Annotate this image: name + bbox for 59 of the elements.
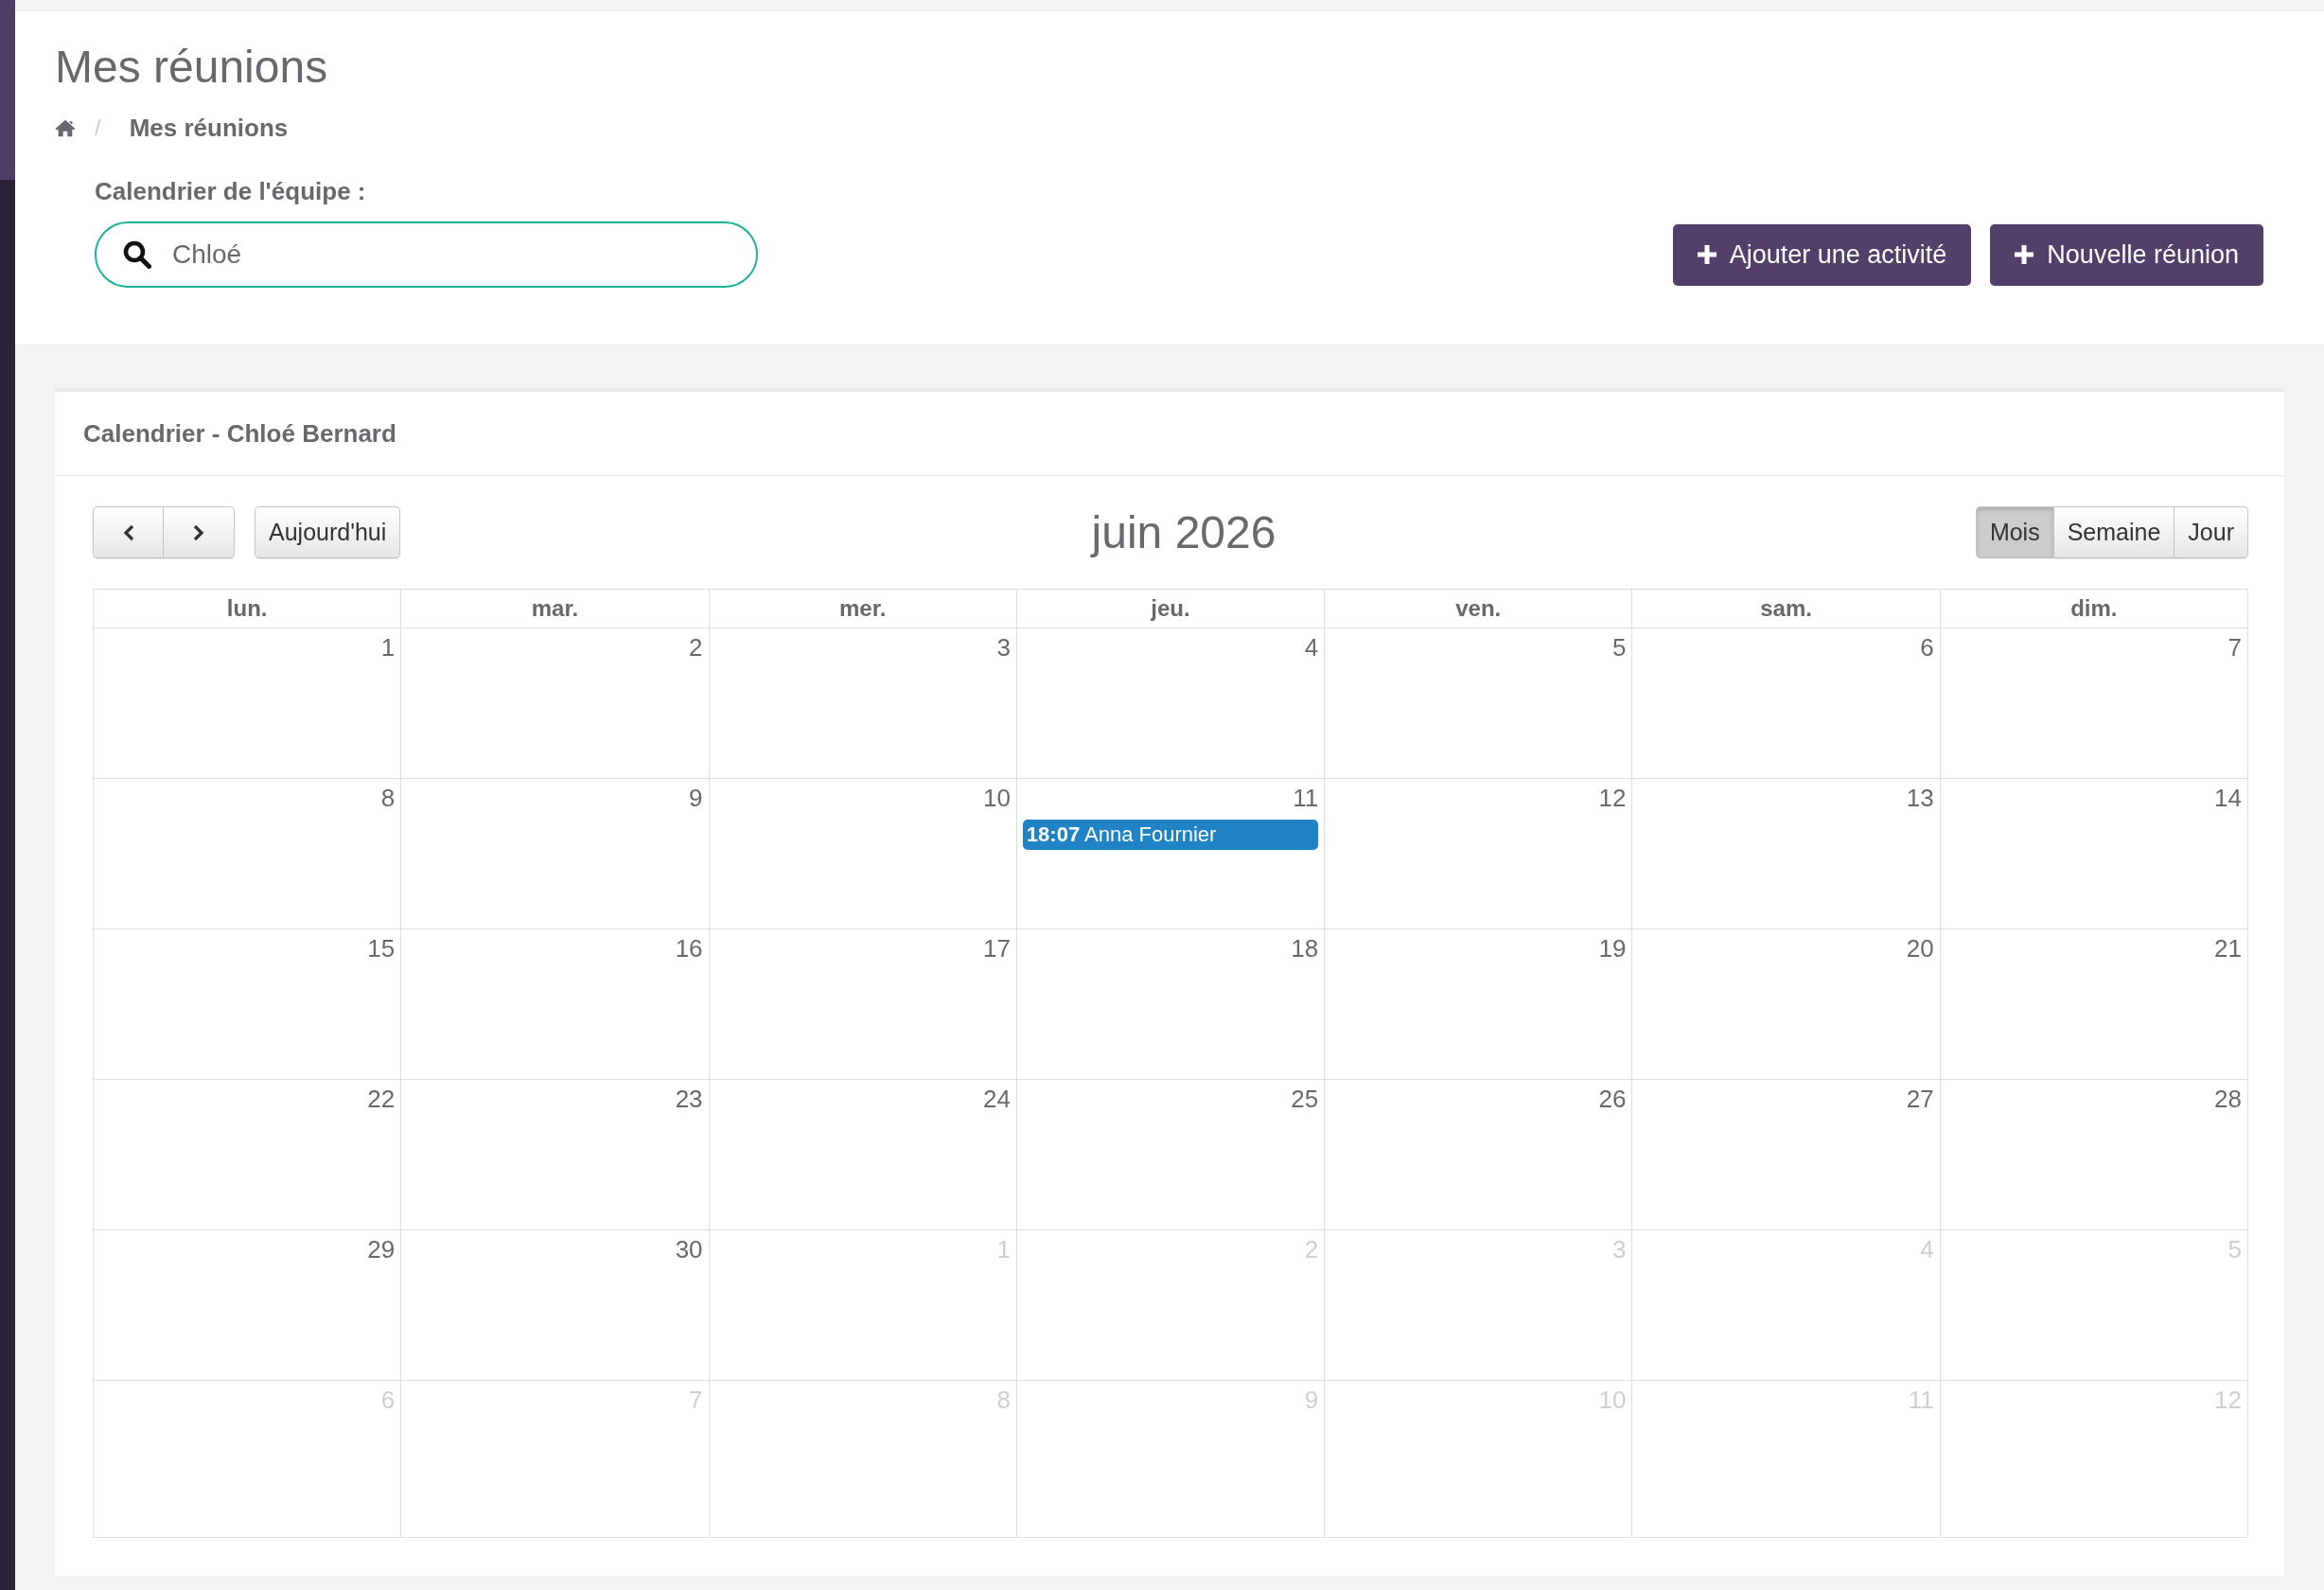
- previous-button[interactable]: [93, 506, 164, 558]
- day-number: 21: [2214, 933, 2242, 964]
- view-tab[interactable]: Jour: [2174, 506, 2248, 558]
- home-icon[interactable]: [55, 118, 76, 137]
- day-number: 19: [1598, 933, 1627, 964]
- day-number: 12: [1598, 783, 1627, 814]
- day-number: 29: [367, 1234, 396, 1265]
- search-field[interactable]: Chloé: [95, 221, 758, 288]
- card-title: Calendrier - Chloé Bernard: [83, 418, 396, 449]
- day-number: 20: [1906, 933, 1934, 964]
- day-number: 24: [982, 1084, 1011, 1115]
- next-button[interactable]: [164, 506, 235, 558]
- day-number: 23: [675, 1084, 703, 1115]
- view-tab[interactable]: Mois: [1975, 506, 2054, 558]
- day-number: 30: [675, 1234, 703, 1265]
- day-number: 14: [2214, 783, 2242, 814]
- breadcrumb-separator: /: [95, 115, 101, 141]
- page-title: Mes réunions: [55, 41, 328, 94]
- day-number: 26: [1598, 1084, 1627, 1115]
- day-number: 1: [380, 632, 396, 663]
- day-number: 27: [1906, 1084, 1934, 1115]
- day-number: 18: [1291, 933, 1319, 964]
- day-number: 28: [2214, 1084, 2242, 1115]
- day-number: 13: [1906, 783, 1934, 814]
- day-number: 7: [2227, 632, 2242, 663]
- weekday-header: jeu.: [1016, 590, 1326, 628]
- chevron-left-icon: [122, 523, 134, 541]
- day-number: 2: [689, 632, 703, 663]
- team-calendar-label: Calendrier de l'équipe :: [95, 176, 366, 207]
- day-number: 15: [367, 933, 396, 964]
- day-number: 4: [1304, 632, 1319, 663]
- weekday-header: mer.: [709, 590, 1017, 628]
- day-number: 8: [380, 783, 396, 814]
- day-number: 22: [367, 1084, 396, 1115]
- weekday-header: sam.: [1632, 590, 1941, 628]
- search-icon: [123, 240, 151, 269]
- day-number: 11: [1293, 783, 1319, 814]
- day-number: 3: [996, 632, 1011, 663]
- add-button[interactable]: Ajouter une activité: [1672, 223, 1972, 286]
- weekday-header: lun.: [94, 590, 402, 628]
- day-number: 6: [1920, 632, 1934, 663]
- add-button[interactable]: Nouvelle réunion: [1990, 223, 2263, 286]
- day-number: 9: [689, 783, 703, 814]
- weekday-header: ven.: [1325, 590, 1633, 628]
- weekday-header: dim.: [1940, 590, 2248, 628]
- month-title: juin 2026: [1091, 506, 1276, 558]
- chevron-right-icon: [193, 523, 204, 541]
- day-number: 5: [1611, 632, 1627, 663]
- breadcrumb-current: Mes réunions: [129, 113, 289, 143]
- calendar-event[interactable]: 18:07 Anna Fournier: [1022, 820, 1319, 850]
- day-number: 16: [675, 933, 703, 964]
- day-number: 25: [1291, 1084, 1319, 1115]
- today-button[interactable]: Aujourd'hui: [255, 506, 401, 558]
- day-number: 17: [982, 933, 1011, 964]
- view-tab[interactable]: Semaine: [2053, 506, 2175, 558]
- weekday-header: mar.: [401, 590, 710, 628]
- plus-icon: [2015, 245, 2034, 264]
- plus-icon: [1697, 245, 1717, 264]
- day-number: 10: [982, 783, 1011, 814]
